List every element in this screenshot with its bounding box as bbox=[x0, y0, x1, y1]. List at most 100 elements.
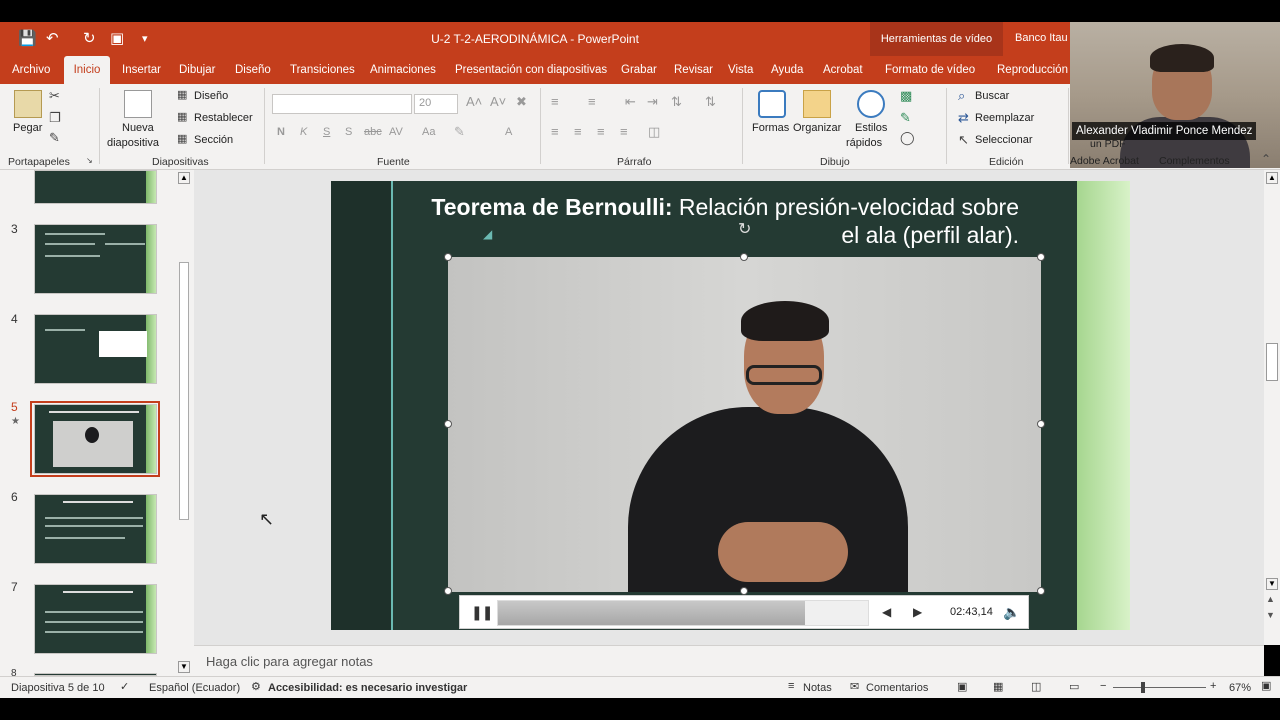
arrange-icon[interactable] bbox=[803, 90, 831, 118]
thumbnail-scrollbar[interactable]: ▲ ▼ bbox=[176, 172, 190, 674]
underline-button[interactable]: S bbox=[323, 126, 330, 138]
slide-thumbnail[interactable] bbox=[34, 224, 157, 294]
tab-ayuda[interactable]: Ayuda bbox=[771, 56, 803, 84]
tab-vista[interactable]: Vista bbox=[728, 56, 753, 84]
font-color-button[interactable]: A bbox=[505, 126, 512, 138]
step-back-icon[interactable]: ◀​ bbox=[882, 605, 891, 619]
font-name-combo[interactable] bbox=[272, 94, 412, 114]
shadow-button[interactable]: S bbox=[345, 126, 352, 138]
video-progress-track[interactable] bbox=[497, 600, 869, 626]
new-slide-icon[interactable] bbox=[124, 90, 152, 118]
italic-button[interactable]: K bbox=[300, 126, 307, 138]
slide-thumbnail-selected[interactable] bbox=[34, 404, 157, 474]
resize-handle[interactable] bbox=[740, 587, 748, 595]
normal-view-icon[interactable]: ▣ bbox=[957, 680, 967, 693]
bullets-icon[interactable]: ≡ bbox=[551, 94, 559, 109]
scroll-up-icon[interactable]: ▲ bbox=[178, 172, 190, 184]
tab-inicio[interactable]: Inicio bbox=[64, 56, 110, 85]
step-forward-icon[interactable]: ▶ bbox=[913, 605, 922, 619]
replace-button[interactable]: Reemplazar bbox=[975, 112, 1034, 124]
spacing-button[interactable]: AV bbox=[389, 126, 403, 138]
resize-handle[interactable] bbox=[444, 253, 452, 261]
quick-styles-button-line2[interactable]: rápidos bbox=[846, 137, 882, 149]
shrink-font-icon[interactable]: A˅ bbox=[490, 94, 506, 109]
resize-handle[interactable] bbox=[1037, 253, 1045, 261]
spellcheck-icon[interactable]: ✓ bbox=[120, 680, 129, 693]
language-indicator[interactable]: Español (Ecuador) bbox=[149, 682, 240, 694]
slide-thumbnail[interactable] bbox=[34, 494, 157, 564]
font-size-combo[interactable]: 20 bbox=[414, 94, 458, 114]
arrange-button[interactable]: Organizar bbox=[793, 122, 841, 134]
strikethrough-button[interactable]: abc bbox=[364, 126, 382, 138]
shape-effects-icon[interactable]: ◯ bbox=[900, 130, 915, 146]
zoom-level[interactable]: 67% bbox=[1229, 682, 1251, 694]
find-button[interactable]: Buscar bbox=[975, 90, 1009, 102]
tab-diseno[interactable]: Diseño bbox=[235, 56, 271, 84]
copy-icon[interactable]: ❐ bbox=[49, 110, 61, 126]
slide-sorter-icon[interactable]: ▦ bbox=[993, 680, 1003, 693]
paste-icon[interactable] bbox=[14, 90, 42, 118]
resize-handle[interactable] bbox=[1037, 420, 1045, 428]
bold-button[interactable]: N bbox=[277, 126, 285, 138]
tab-dibujar[interactable]: Dibujar bbox=[179, 56, 215, 84]
quick-styles-button[interactable]: Estilos bbox=[855, 122, 887, 134]
tab-transiciones[interactable]: Transiciones bbox=[290, 56, 355, 84]
columns-icon[interactable]: ◫ bbox=[648, 124, 660, 140]
zoom-out-icon[interactable]: − bbox=[1100, 680, 1106, 692]
video-player[interactable] bbox=[448, 257, 1041, 592]
align-left-icon[interactable]: ≡ bbox=[551, 124, 559, 139]
tab-presentacion[interactable]: Presentación con diapositivas bbox=[455, 56, 607, 84]
slide-thumbnail[interactable] bbox=[34, 314, 157, 384]
slide-thumbnail[interactable] bbox=[34, 584, 157, 654]
tab-animaciones[interactable]: Animaciones bbox=[370, 56, 436, 84]
decrease-indent-icon[interactable]: ⇤ bbox=[625, 94, 636, 110]
scroll-down-icon[interactable]: ▼ bbox=[178, 661, 190, 673]
clear-format-icon[interactable]: ✖ bbox=[516, 94, 527, 110]
paste-button[interactable]: Pegar bbox=[13, 122, 42, 134]
pause-icon[interactable]: ❚❚ bbox=[471, 604, 493, 621]
previous-slide-icon[interactable]: ▲ bbox=[1266, 594, 1275, 604]
align-center-icon[interactable]: ≡ bbox=[574, 124, 582, 139]
cut-icon[interactable]: ✂ bbox=[49, 88, 60, 104]
zoom-slider-thumb[interactable] bbox=[1141, 682, 1145, 693]
format-painter-icon[interactable]: ✎ bbox=[49, 130, 60, 146]
account-name[interactable]: Banco Itau bbox=[1015, 32, 1068, 44]
increase-indent-icon[interactable]: ⇥ bbox=[647, 94, 658, 110]
accessibility-status[interactable]: Accesibilidad: es necesario investigar bbox=[268, 682, 467, 694]
tab-reproduccion[interactable]: Reproducción bbox=[997, 56, 1068, 84]
dialog-launcher-icon[interactable]: ↘ bbox=[86, 156, 93, 165]
tab-insertar[interactable]: Insertar bbox=[122, 56, 161, 84]
thumbnail-scroll-thumb[interactable] bbox=[179, 262, 189, 520]
line-spacing-icon[interactable]: ⇅ bbox=[671, 94, 682, 110]
section-button[interactable]: Sección bbox=[194, 134, 233, 146]
reading-view-icon[interactable]: ◫ bbox=[1031, 680, 1041, 693]
tab-formato-video[interactable]: Formato de vídeo bbox=[885, 56, 975, 84]
next-slide-icon[interactable]: ▼ bbox=[1266, 610, 1275, 620]
shapes-icon[interactable] bbox=[758, 90, 786, 118]
new-slide-button[interactable]: Nueva bbox=[122, 122, 154, 134]
collapse-ribbon-icon[interactable]: ⌃ bbox=[1261, 152, 1271, 166]
zoom-in-icon[interactable]: + bbox=[1210, 680, 1216, 692]
scroll-up-icon[interactable]: ▲ bbox=[1266, 172, 1278, 184]
resize-handle[interactable] bbox=[444, 420, 452, 428]
tab-acrobat[interactable]: Acrobat bbox=[823, 56, 863, 84]
resize-handle[interactable] bbox=[444, 587, 452, 595]
new-slide-button-line2[interactable]: diapositiva bbox=[107, 137, 159, 149]
slide-title[interactable]: Teorema de Bernoulli: Relación presión-v… bbox=[431, 193, 1019, 249]
scroll-down-icon[interactable]: ▼ bbox=[1266, 578, 1278, 590]
change-case-button[interactable]: Aa bbox=[422, 126, 435, 138]
numbering-icon[interactable]: ≡ bbox=[588, 94, 596, 109]
tab-archivo[interactable]: Archivo bbox=[12, 56, 50, 84]
volume-icon[interactable]: 🔈 bbox=[1003, 604, 1020, 621]
resize-handle[interactable] bbox=[1037, 587, 1045, 595]
grow-font-icon[interactable]: A˄ bbox=[466, 94, 482, 109]
align-right-icon[interactable]: ≡ bbox=[597, 124, 605, 139]
rotate-handle-icon[interactable]: ↻ bbox=[738, 219, 751, 239]
quick-styles-icon[interactable] bbox=[857, 90, 885, 118]
zoom-slider[interactable] bbox=[1113, 687, 1206, 688]
editor-scroll-thumb[interactable] bbox=[1266, 343, 1278, 381]
comments-button[interactable]: Comentarios bbox=[866, 682, 928, 694]
shape-outline-icon[interactable]: ✎ bbox=[900, 110, 911, 126]
shape-fill-icon[interactable]: ▩ bbox=[900, 88, 912, 104]
fit-slide-icon[interactable]: ▣ bbox=[1261, 679, 1271, 692]
